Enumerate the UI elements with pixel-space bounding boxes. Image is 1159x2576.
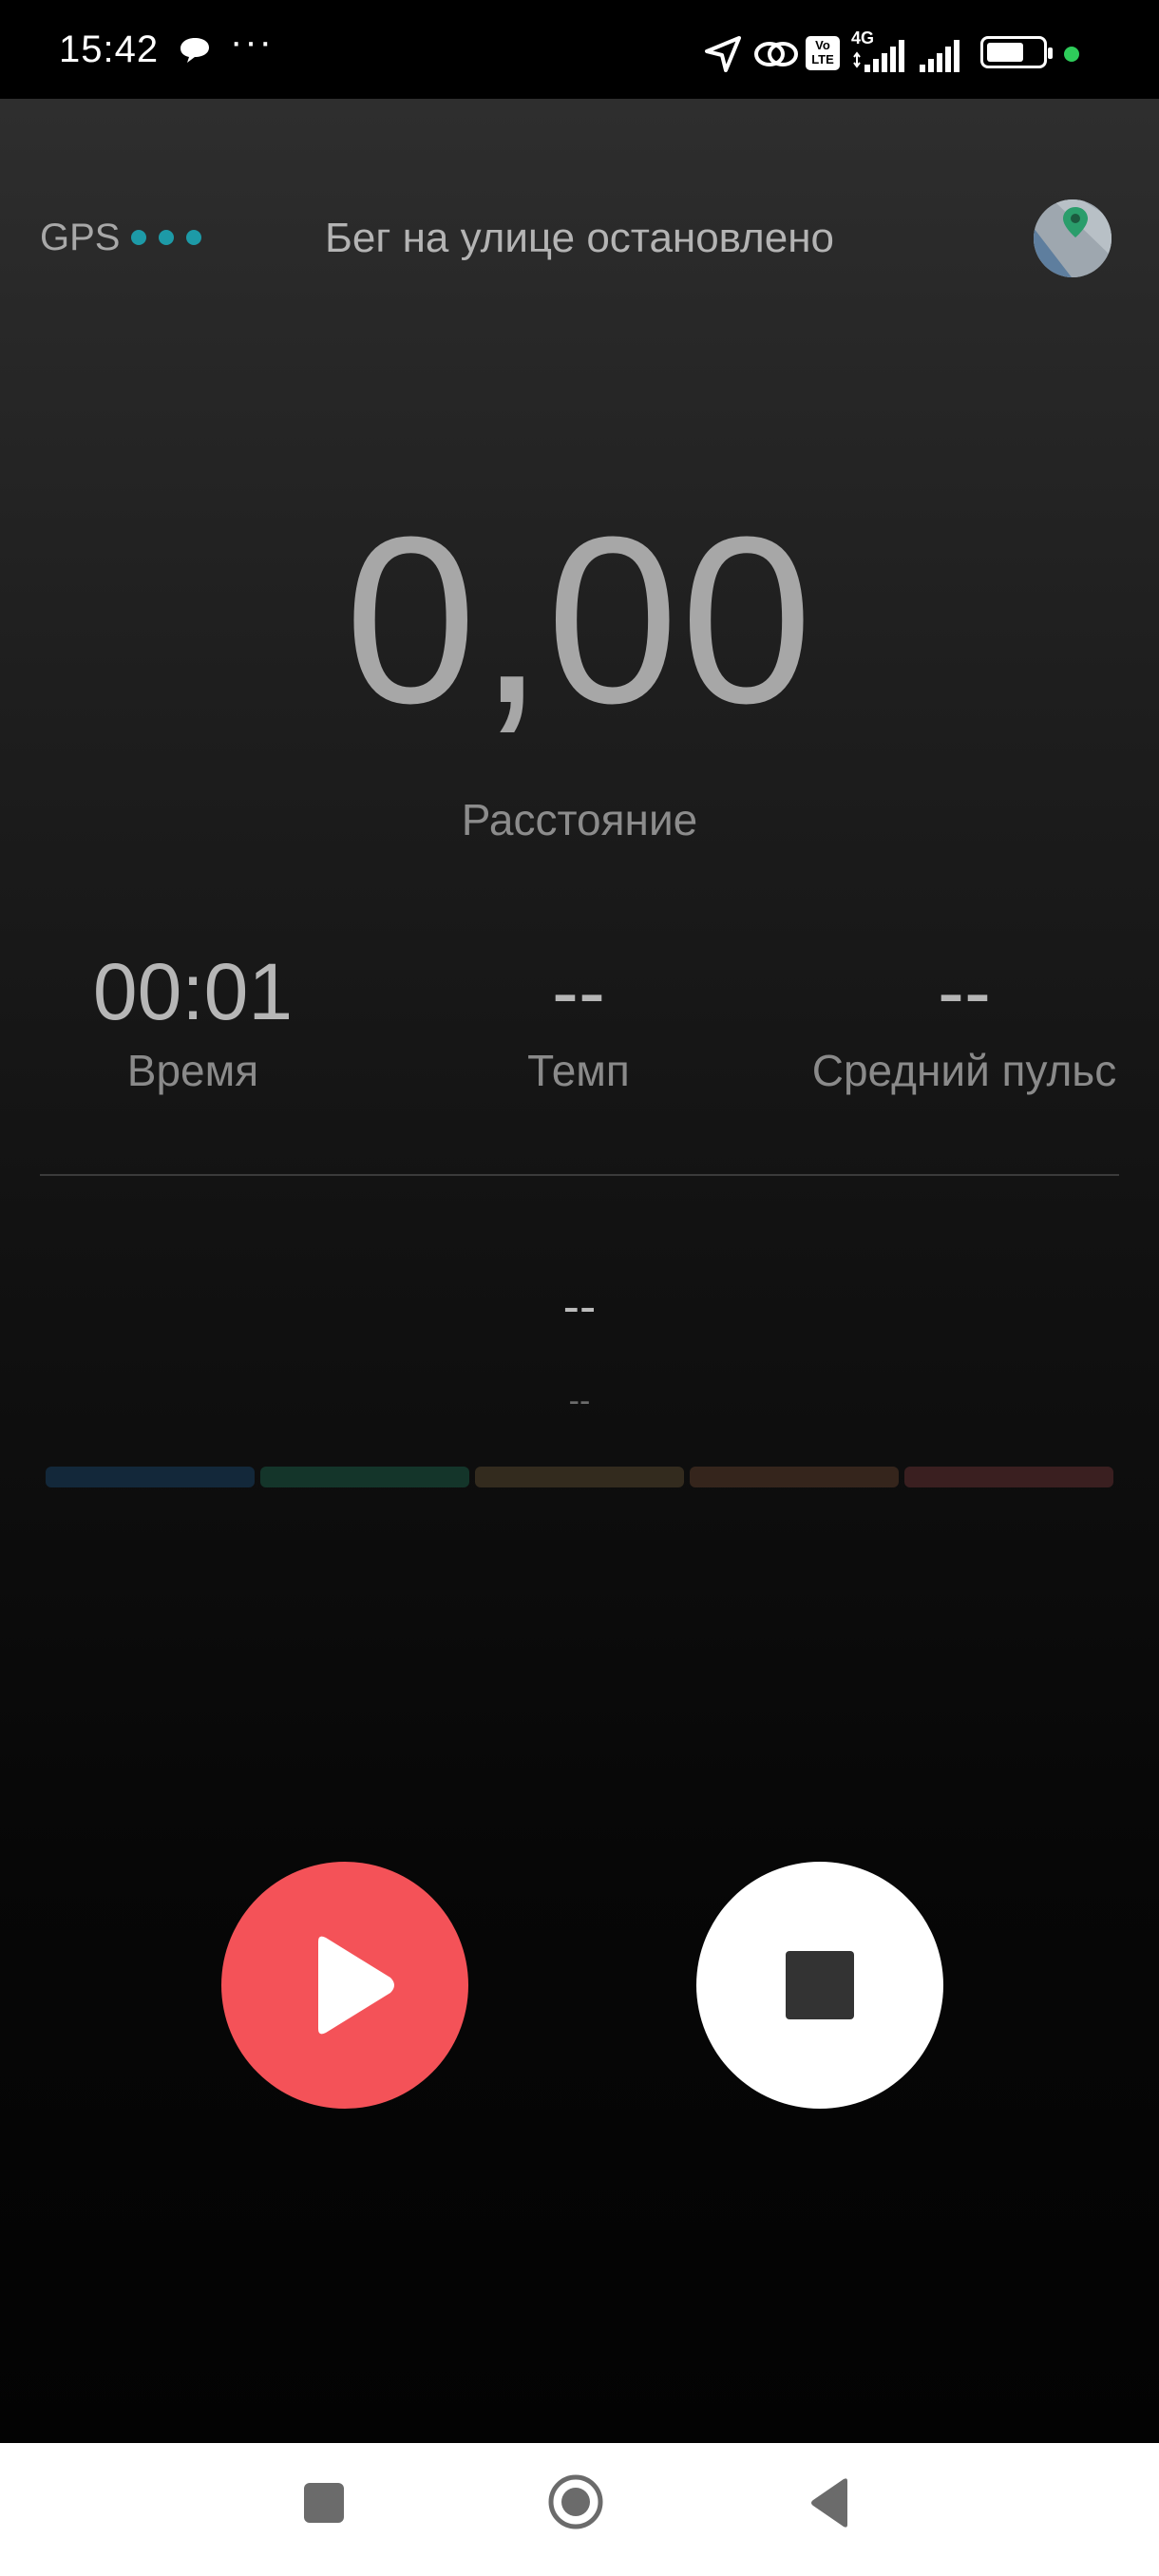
heart-rate-zone-label: --	[568, 1383, 591, 1419]
volte-icon: Vo LTE	[806, 36, 840, 70]
zone-segment	[475, 1467, 684, 1487]
status-icons: Vo LTE 4G 70	[665, 0, 1159, 99]
divider	[40, 1174, 1119, 1176]
map-button[interactable]	[1034, 199, 1112, 277]
location-arrow-icon	[705, 36, 741, 72]
recent-apps-button[interactable]	[304, 2483, 344, 2523]
zone-segment	[904, 1467, 1113, 1487]
stat-avg-heart-rate-label: Средний пульс	[811, 1046, 1117, 1095]
resume-button[interactable]	[221, 1862, 468, 2109]
play-icon	[318, 1936, 394, 2035]
stat-time-value: 00:01	[92, 947, 294, 1036]
stat-avg-heart-rate-value: --	[938, 947, 991, 1036]
chat-bubble-icon	[179, 36, 211, 69]
status-bar: 15:42 ··· Vo LTE 4G 70	[0, 0, 1159, 99]
more-notifications-icon: ···	[230, 21, 274, 63]
stop-button[interactable]	[696, 1862, 943, 2109]
status-time: 15:42	[59, 28, 160, 70]
zone-segment	[690, 1467, 899, 1487]
signal-strength-2-icon	[920, 40, 960, 72]
distance-label: Расстояние	[461, 795, 698, 844]
home-button[interactable]	[547, 2473, 604, 2530]
battery-icon: 70	[980, 36, 1053, 68]
system-nav-bar	[0, 2443, 1159, 2576]
map-icon	[1034, 199, 1112, 277]
stat-pace-value: --	[552, 947, 605, 1036]
stat-avg-heart-rate: -- Средний пульс	[771, 944, 1157, 1096]
stat-time-label: Время	[126, 1046, 259, 1095]
battery-level: 70	[1002, 42, 1025, 63]
stat-pace-label: Темп	[527, 1046, 630, 1095]
workout-screen: GPS Бег на улице остановлено 0,00 Рассто…	[0, 99, 1159, 2443]
workout-status-title: Бег на улице остановлено	[325, 215, 834, 261]
hotspot-link-icon	[754, 42, 798, 66]
signal-strength-icon	[853, 40, 904, 72]
back-button[interactable]	[808, 2477, 851, 2529]
zone-segment	[260, 1467, 469, 1487]
stat-time: 00:01 Время	[0, 944, 386, 1096]
zone-segment	[46, 1467, 255, 1487]
heart-rate-value: --	[562, 1279, 597, 1335]
stat-pace: -- Темп	[386, 944, 771, 1096]
stop-icon	[786, 1951, 854, 2019]
distance-value: 0,00	[344, 487, 815, 752]
active-indicator-dot	[1064, 47, 1079, 62]
heart-rate-zones-bar	[46, 1467, 1113, 1487]
